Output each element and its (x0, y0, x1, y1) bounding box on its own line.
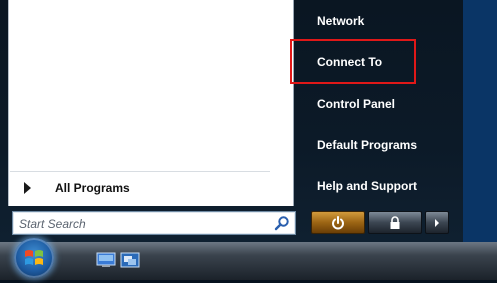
start-menu: All Programs Network Connect To Control … (0, 0, 497, 242)
default-programs-item[interactable]: Default Programs (317, 138, 417, 152)
right-pane: Network Connect To Control Panel Default… (300, 0, 460, 206)
windows-logo-icon (25, 250, 43, 265)
switch-windows-icon (120, 252, 140, 268)
power-button[interactable] (311, 211, 365, 234)
lock-button[interactable] (368, 211, 422, 234)
power-icon (332, 215, 344, 229)
search-icon[interactable] (274, 215, 290, 231)
highlight-box (290, 39, 416, 84)
shutdown-options-button[interactable] (425, 211, 449, 234)
help-and-support-item[interactable]: Help and Support (317, 179, 417, 193)
arrow-right-icon (435, 218, 439, 227)
all-programs-button[interactable]: All Programs (10, 171, 270, 200)
control-panel-item[interactable]: Control Panel (317, 97, 395, 111)
show-desktop-icon (96, 252, 116, 267)
switch-windows-button[interactable] (120, 252, 140, 268)
triangle-right-icon (24, 182, 31, 194)
lock-icon (390, 215, 400, 229)
network-item[interactable]: Network (317, 14, 364, 28)
menu-edge (463, 0, 497, 242)
start-search-input[interactable] (17, 214, 271, 234)
start-button[interactable] (14, 238, 54, 278)
all-programs-label: All Programs (55, 181, 130, 195)
taskbar (0, 242, 497, 280)
start-search-box[interactable] (12, 211, 296, 235)
show-desktop-button[interactable] (96, 252, 116, 268)
